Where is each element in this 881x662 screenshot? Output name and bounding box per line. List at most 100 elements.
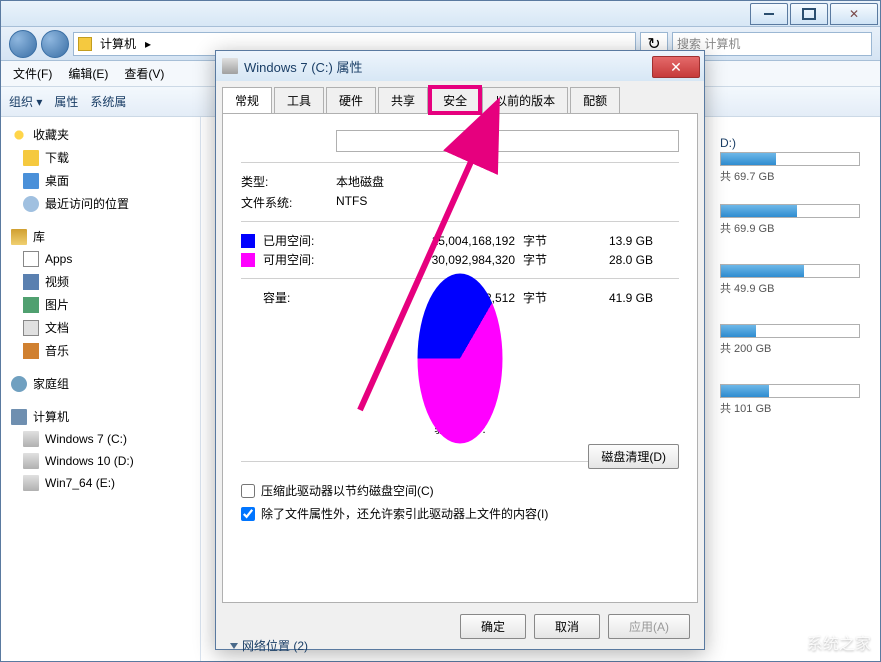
dialog-title: Windows 7 (C:) 属性 (244, 57, 362, 76)
type-value: 本地磁盘 (336, 173, 384, 190)
free-unit: 字节 (523, 251, 583, 268)
free-label: 可用空间: (263, 251, 343, 268)
tab-strip: 常规 工具 硬件 共享 安全 以前的版本 配额 (216, 81, 704, 113)
capacity-gb: 41.9 GB (583, 291, 653, 305)
breadcrumb-chevron[interactable]: ▸ (141, 37, 156, 51)
nav-libraries[interactable]: 库 (1, 225, 200, 248)
capacity-unit: 字节 (523, 289, 583, 306)
properties-button[interactable]: 属性 (54, 93, 78, 110)
menu-view[interactable]: 查看(V) (118, 63, 170, 84)
library-icon (11, 229, 27, 245)
nav-drive-e[interactable]: Win7_64 (E:) (1, 472, 200, 494)
expand-icon (230, 643, 238, 649)
drive-icon (23, 475, 39, 491)
drive-usage-bar (720, 384, 860, 398)
drive-icon (23, 453, 39, 469)
drive-usage-bar (720, 204, 860, 218)
dialog-buttons: 确定 取消 应用(A) (460, 614, 690, 639)
drive-free-text: 共 101 GB (720, 400, 860, 416)
dialog-close-button[interactable]: ✕ (652, 56, 700, 78)
watermark-text: 系统之家 (807, 630, 871, 654)
tab-tools[interactable]: 工具 (274, 87, 324, 113)
drive-usage-bar (720, 152, 860, 166)
close-button[interactable]: ✕ (830, 3, 878, 25)
documents-icon (23, 320, 39, 336)
maximize-button[interactable] (790, 3, 828, 25)
drive-label: D:) (720, 136, 860, 150)
tab-hardware[interactable]: 硬件 (326, 87, 376, 113)
nav-music[interactable]: 音乐 (1, 339, 200, 362)
index-label: 除了文件属性外，还允许索引此驱动器上文件的内容(I) (261, 505, 548, 522)
nav-computer[interactable]: 计算机 (1, 405, 200, 428)
recent-icon (23, 196, 39, 212)
used-swatch (241, 234, 255, 248)
tab-quota[interactable]: 配额 (570, 87, 620, 113)
watermark: 系统之家 (773, 628, 871, 656)
nav-documents[interactable]: 文档 (1, 316, 200, 339)
fs-label: 文件系统: (241, 194, 336, 211)
used-gb: 13.9 GB (583, 234, 653, 248)
minimize-button[interactable] (750, 3, 788, 25)
nav-recent[interactable]: 最近访问的位置 (1, 192, 200, 215)
nav-apps[interactable]: Apps (1, 248, 200, 270)
organize-button[interactable]: 组织 ▾ (9, 93, 42, 110)
type-label: 类型: (241, 173, 336, 190)
nav-downloads[interactable]: 下载 (1, 146, 200, 169)
nav-video[interactable]: 视频 (1, 270, 200, 293)
menu-file[interactable]: 文件(F) (7, 63, 58, 84)
star-icon (11, 127, 27, 143)
ok-button[interactable]: 确定 (460, 614, 526, 639)
computer-nav-icon (11, 409, 27, 425)
desktop-icon (23, 173, 39, 189)
tab-previous-versions[interactable]: 以前的版本 (482, 87, 568, 113)
watermark-logo-icon (770, 625, 804, 659)
menu-edit[interactable]: 编辑(E) (62, 63, 114, 84)
nav-drive-d[interactable]: Windows 10 (D:) (1, 450, 200, 472)
nav-pictures[interactable]: 图片 (1, 293, 200, 316)
free-gb: 28.0 GB (583, 253, 653, 267)
volume-name-input[interactable] (336, 130, 679, 152)
drive-icon (222, 58, 238, 74)
usage-pie-chart (241, 316, 679, 416)
tab-general[interactable]: 常规 (222, 87, 272, 113)
tab-share[interactable]: 共享 (378, 87, 428, 113)
used-unit: 字节 (523, 232, 583, 249)
drive-free-text: 共 49.9 GB (720, 280, 860, 296)
computer-icon (78, 37, 92, 51)
forward-button[interactable] (41, 30, 69, 58)
compress-checkbox[interactable] (241, 484, 255, 498)
capacity-label: 容量: (263, 289, 343, 306)
nav-homegroup[interactable]: 家庭组 (1, 372, 200, 395)
sysprops-button[interactable]: 系统属 (90, 93, 126, 110)
drive-usage-bar (720, 324, 860, 338)
nav-favorites[interactable]: 收藏夹 (1, 123, 200, 146)
drive-free-text: 共 69.9 GB (720, 220, 860, 236)
compress-checkbox-row[interactable]: 压缩此驱动器以节约磁盘空间(C) (241, 482, 679, 499)
drive-free-text: 共 69.7 GB (720, 168, 860, 184)
tab-security[interactable]: 安全 (430, 87, 480, 113)
folder-icon (23, 150, 39, 166)
homegroup-icon (11, 376, 27, 392)
nav-desktop[interactable]: 桌面 (1, 169, 200, 192)
video-icon (23, 274, 39, 290)
apps-icon (23, 251, 39, 267)
fs-value: NTFS (336, 194, 367, 211)
free-bytes: 30,092,984,320 (343, 253, 523, 267)
network-location-heading[interactable]: 网络位置 (2) (230, 637, 308, 654)
drive-free-text: 共 200 GB (720, 340, 860, 356)
cancel-button[interactable]: 取消 (534, 614, 600, 639)
nav-drive-c[interactable]: Windows 7 (C:) (1, 428, 200, 450)
nav-pane: 收藏夹 下载 桌面 最近访问的位置 库 Apps 视频 图片 文档 音乐 家庭组… (1, 117, 201, 661)
back-button[interactable] (9, 30, 37, 58)
properties-dialog: Windows 7 (C:) 属性 ✕ 常规 工具 硬件 共享 安全 以前的版本… (215, 50, 705, 650)
index-checkbox[interactable] (241, 507, 255, 521)
index-checkbox-row[interactable]: 除了文件属性外，还允许索引此驱动器上文件的内容(I) (241, 505, 679, 522)
drive-icon (23, 431, 39, 447)
breadcrumb-segment[interactable]: 计算机 (96, 35, 141, 52)
free-swatch (241, 253, 255, 267)
apply-button[interactable]: 应用(A) (608, 614, 690, 639)
used-label: 已用空间: (263, 232, 343, 249)
disk-cleanup-button[interactable]: 磁盘清理(D) (588, 444, 679, 469)
used-bytes: 15,004,168,192 (343, 234, 523, 248)
dialog-titlebar: Windows 7 (C:) 属性 ✕ (216, 51, 704, 81)
